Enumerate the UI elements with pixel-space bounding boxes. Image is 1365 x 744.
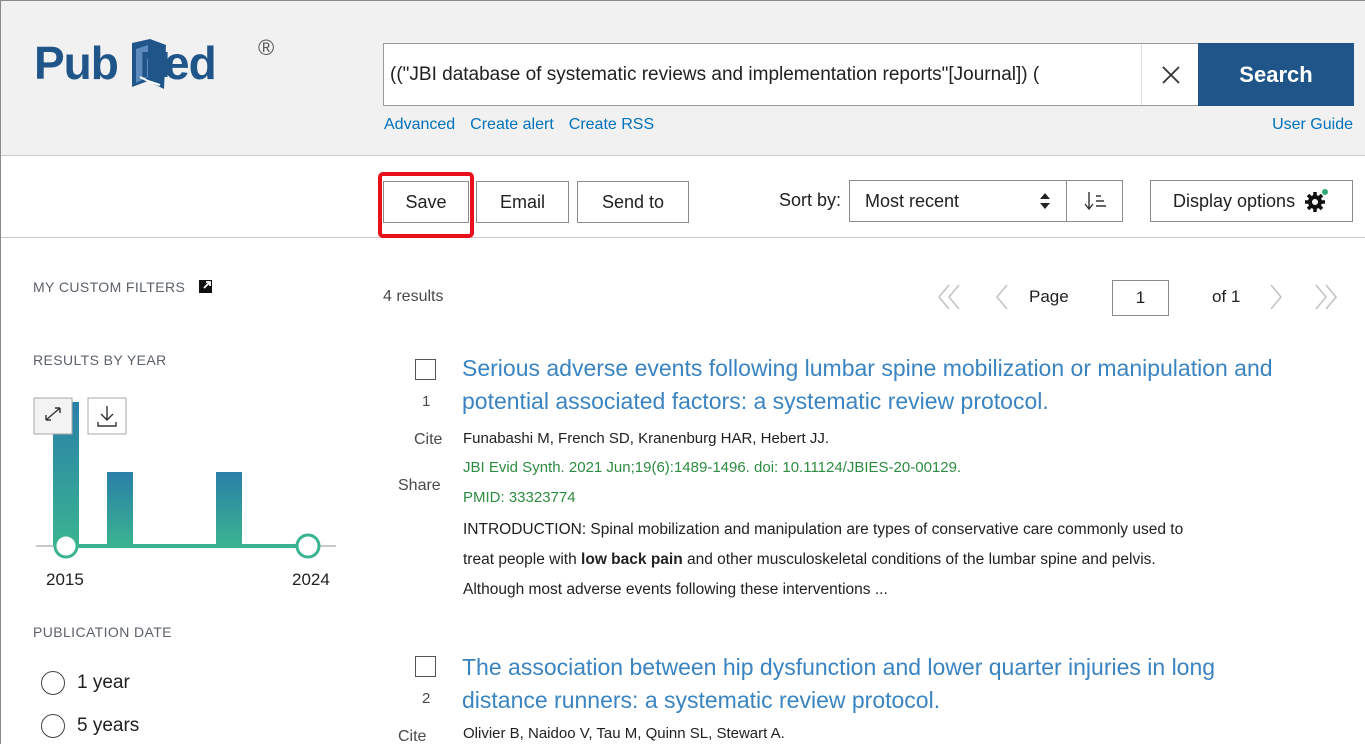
search-sub-links: Advanced Create alert Create RSS — [384, 116, 669, 134]
page-number-input[interactable]: 1 — [1112, 280, 1169, 316]
header: Pub M ed ® (("JBI database of systematic… — [1, 1, 1365, 156]
result-snippet: INTRODUCTION: Spinal mobilization and ma… — [463, 521, 1184, 598]
cite-button[interactable]: Cite — [398, 728, 426, 744]
logo-pub: Pub — [34, 37, 119, 89]
user-guide-link[interactable]: User Guide — [1272, 116, 1353, 134]
result-count: 4 results — [383, 288, 444, 305]
page-of-label: of 1 — [1212, 287, 1241, 306]
result-citation: JBI Evid Synth. 2021 Jun;19(6):1489-1496… — [463, 459, 962, 476]
download-chart-button[interactable] — [87, 397, 127, 435]
year-bar[interactable] — [216, 472, 242, 545]
result-authors: Olivier B, Naidoo V, Tau M, Quinn SL, St… — [463, 725, 785, 742]
sort-order-button[interactable] — [1066, 180, 1123, 222]
year-bar[interactable] — [107, 472, 133, 545]
sort-select[interactable]: Most recent — [849, 180, 1067, 222]
search-input[interactable]: (("JBI database of systematic reviews an… — [384, 44, 1140, 105]
sort-by-label: Sort by: — [779, 190, 842, 210]
email-button[interactable]: Email — [476, 181, 569, 223]
year-start-label: 2015 — [46, 570, 84, 589]
page-label: Page — [1029, 287, 1069, 306]
results-by-year-heading: RESULTS BY YEAR — [33, 352, 167, 368]
result-number: 1 — [422, 393, 431, 410]
share-button[interactable]: Share — [398, 477, 441, 495]
create-rss-link[interactable]: Create RSS — [569, 116, 654, 133]
publication-date-heading: PUBLICATION DATE — [33, 624, 172, 640]
expand-chart-button[interactable] — [33, 397, 73, 435]
custom-filters-heading[interactable]: MY CUSTOM FILTERS — [33, 278, 214, 295]
result-title-link[interactable]: Serious adverse events following lumbar … — [462, 352, 1342, 418]
pubmed-logo[interactable]: Pub M ed ® — [34, 35, 284, 95]
cite-button[interactable]: Cite — [414, 431, 442, 449]
next-page-icon[interactable] — [1268, 282, 1284, 312]
clear-search-button[interactable] — [1141, 44, 1199, 105]
display-options-button[interactable]: Display options — [1150, 180, 1353, 222]
save-highlight-box — [378, 172, 474, 238]
range-handle-end[interactable] — [295, 533, 321, 559]
select-arrows-icon — [1040, 193, 1050, 209]
registered-mark: ® — [258, 35, 275, 60]
previous-page-icon[interactable] — [994, 282, 1010, 312]
date-option-5-years[interactable]: 5 years — [41, 714, 139, 738]
sort-descending-icon — [1083, 192, 1106, 211]
display-options-label: Display options — [1173, 190, 1296, 211]
result-checkbox[interactable] — [415, 656, 436, 677]
result-number: 2 — [422, 690, 431, 707]
radio-button[interactable] — [41, 714, 65, 738]
close-icon — [1161, 65, 1180, 84]
last-page-icon[interactable] — [1313, 282, 1339, 312]
year-end-label: 2024 — [292, 570, 330, 589]
logo-med: ed — [164, 37, 217, 89]
date-option-1-year[interactable]: 1 year — [41, 671, 130, 695]
search-box: (("JBI database of systematic reviews an… — [383, 43, 1198, 106]
result-checkbox[interactable] — [415, 359, 436, 380]
radio-button[interactable] — [41, 671, 65, 695]
external-link-icon — [198, 280, 212, 293]
advanced-link[interactable]: Advanced — [384, 116, 455, 133]
result-title-link[interactable]: The association between hip dysfunction … — [462, 651, 1342, 717]
result-authors: Funabashi M, French SD, Kranenburg HAR, … — [463, 430, 829, 447]
range-handle-start[interactable] — [53, 533, 79, 559]
first-page-icon[interactable] — [936, 282, 962, 312]
create-alert-link[interactable]: Create alert — [470, 116, 554, 133]
result-pmid: PMID: 33323774 — [463, 489, 576, 506]
search-button[interactable]: Search — [1198, 43, 1354, 106]
gear-icon — [1305, 189, 1329, 212]
results-by-year-chart — [33, 397, 336, 559]
send-to-button[interactable]: Send to — [577, 181, 689, 223]
sort-select-value: Most recent — [865, 190, 960, 211]
